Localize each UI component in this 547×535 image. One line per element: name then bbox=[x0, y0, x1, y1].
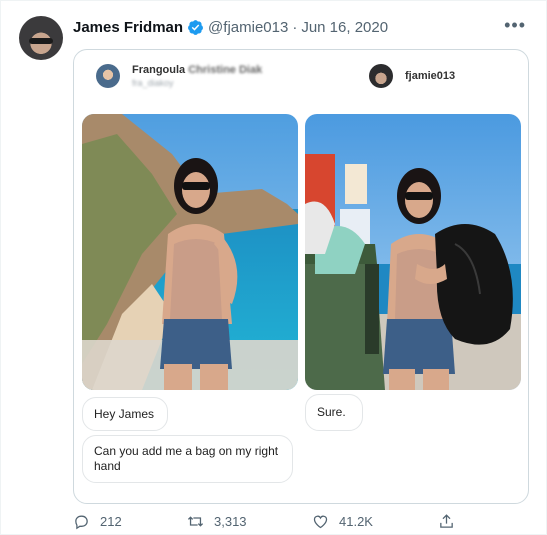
author-handle[interactable]: @fjamie013 bbox=[208, 19, 288, 36]
share-button[interactable] bbox=[438, 513, 465, 530]
retweet-count: 3,313 bbox=[214, 514, 247, 529]
like-icon bbox=[313, 515, 328, 529]
tweet[interactable]: James Fridman @fjamie013 · Jun 16, 2020 … bbox=[0, 0, 547, 535]
chat-user-name: fjamie013 bbox=[405, 70, 456, 82]
tweet-header: James Fridman @fjamie013 · Jun 16, 2020 bbox=[73, 17, 388, 37]
message-bubble: Hey James bbox=[82, 397, 168, 431]
chat-header-left: Frangoula Christine Diak fra_diakoy bbox=[96, 64, 262, 88]
author-avatar[interactable] bbox=[19, 16, 63, 60]
author-name[interactable]: James Fridman bbox=[73, 19, 183, 36]
message-text: Hey James bbox=[94, 406, 155, 421]
chat-header-right: fjamie013 bbox=[369, 64, 455, 88]
retweet-icon bbox=[187, 516, 204, 527]
more-icon[interactable]: ••• bbox=[504, 16, 526, 34]
tweet-date[interactable]: Jun 16, 2020 bbox=[301, 19, 388, 36]
share-icon bbox=[440, 514, 453, 528]
like-count: 41.2K bbox=[339, 514, 373, 529]
separator-dot: · bbox=[292, 18, 298, 36]
avatar bbox=[369, 64, 393, 88]
reply-button[interactable]: 212 bbox=[73, 513, 122, 530]
retweet-button[interactable]: 3,313 bbox=[187, 513, 247, 530]
photo-beach bbox=[82, 114, 298, 390]
tweet-image-card[interactable]: Frangoula Christine Diak fra_diakoy fjam… bbox=[73, 49, 529, 504]
tweet-actions: 212 3,313 41.2K bbox=[73, 513, 529, 533]
message-text: Can you add me a bag on my right hand bbox=[94, 444, 279, 473]
reply-count: 212 bbox=[100, 514, 122, 529]
message-bubble: Sure. bbox=[305, 394, 363, 431]
message-bubble: Can you add me a bag on my right hand bbox=[82, 435, 293, 483]
chat-user-name: Frangoula Christine Diak bbox=[132, 64, 263, 76]
message-text: Sure. bbox=[317, 405, 346, 419]
verified-badge-icon bbox=[187, 19, 204, 36]
photo-edited-with-bag bbox=[305, 114, 521, 390]
reply-icon bbox=[75, 515, 88, 530]
avatar bbox=[96, 64, 120, 88]
chat-user-handle: fra_diakoy bbox=[132, 78, 174, 88]
like-button[interactable]: 41.2K bbox=[312, 513, 373, 530]
